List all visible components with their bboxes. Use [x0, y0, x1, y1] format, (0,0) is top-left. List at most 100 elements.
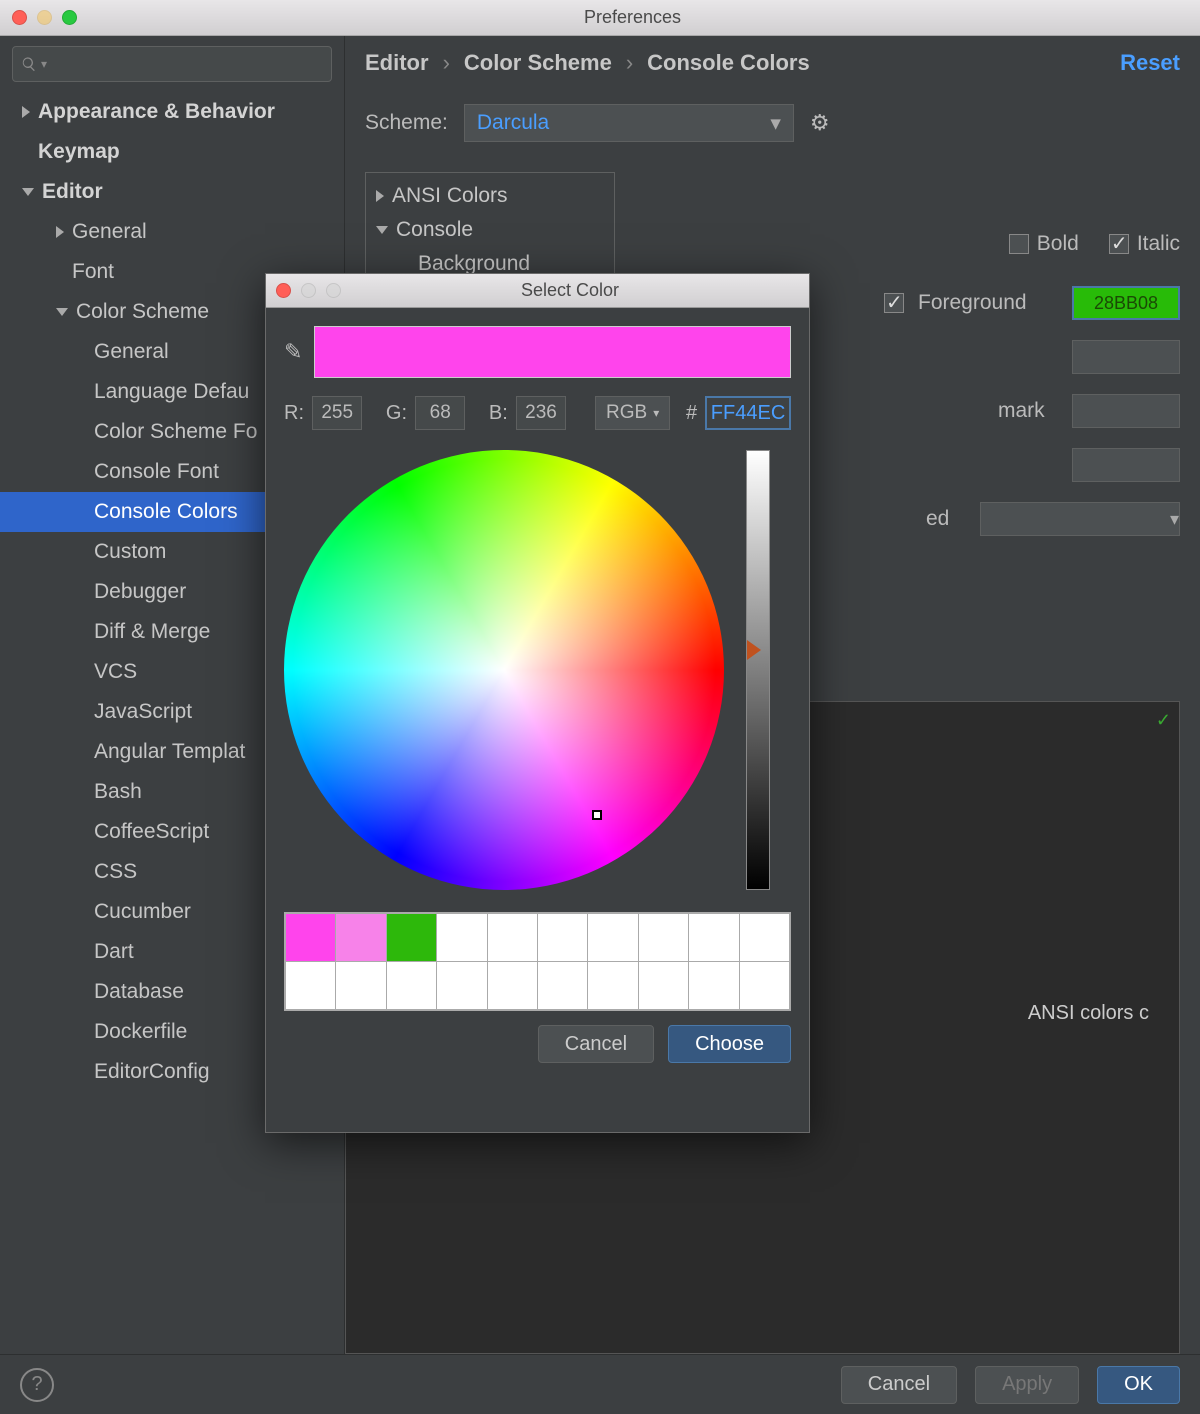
- swatch-cell[interactable]: [739, 914, 789, 962]
- eyedropper-icon[interactable]: ✎: [284, 339, 302, 365]
- swatch-cell[interactable]: [487, 962, 537, 1010]
- chevron-down-icon: ▾: [1170, 509, 1179, 530]
- scheme-select[interactable]: Darcula ▾: [464, 104, 794, 142]
- effect-type-select[interactable]: ▾: [980, 502, 1180, 536]
- dialog-title: Select Color: [341, 280, 799, 301]
- search-input[interactable]: ▾: [12, 46, 332, 82]
- sidebar-item-keymap[interactable]: Keymap: [0, 132, 344, 172]
- breadcrumb-console-colors: Console Colors: [647, 50, 810, 76]
- minimize-window-button[interactable]: [37, 10, 52, 25]
- italic-label: Italic: [1137, 232, 1180, 256]
- swatch-cell[interactable]: [537, 914, 587, 962]
- collapse-arrow-icon[interactable]: [22, 188, 34, 196]
- window-title: Preferences: [77, 7, 1188, 28]
- swatch-cell[interactable]: [437, 962, 487, 1010]
- window-titlebar: Preferences: [0, 0, 1200, 36]
- breadcrumb-editor[interactable]: Editor: [365, 50, 429, 76]
- ed-label: ed: [926, 507, 966, 531]
- sidebar-item-label: Bash: [94, 780, 142, 804]
- italic-checkbox[interactable]: [1109, 234, 1129, 254]
- swatch-cell[interactable]: [638, 962, 688, 1010]
- foreground-color-swatch[interactable]: 28BB08: [1072, 286, 1180, 320]
- swatch-cell[interactable]: [286, 962, 336, 1010]
- sidebar-item-label: Database: [94, 980, 184, 1004]
- b-input[interactable]: 236: [516, 396, 566, 430]
- sidebar-item-label: Font: [72, 260, 114, 284]
- colorpicker-cancel-button[interactable]: Cancel: [538, 1025, 654, 1063]
- g-label: G:: [386, 402, 407, 425]
- zoom-dialog-button: [326, 283, 341, 298]
- hex-input[interactable]: FF44EC: [705, 396, 791, 430]
- expand-arrow-icon[interactable]: [376, 190, 384, 202]
- swatch-cell[interactable]: [638, 914, 688, 962]
- scheme-value: Darcula: [477, 111, 549, 135]
- sidebar-item-label: Console Colors: [94, 500, 238, 524]
- cancel-button[interactable]: Cancel: [841, 1366, 957, 1404]
- scheme-label: Scheme:: [365, 111, 448, 135]
- foreground-checkbox[interactable]: [884, 293, 904, 313]
- group-console[interactable]: Console: [396, 218, 473, 242]
- sidebar-item-label: Language Defau: [94, 380, 249, 404]
- inspection-ok-icon[interactable]: ✓: [1156, 710, 1171, 731]
- sidebar-item-label: Dart: [94, 940, 134, 964]
- breadcrumb-color-scheme[interactable]: Color Scheme: [464, 50, 612, 76]
- g-input[interactable]: 68: [415, 396, 465, 430]
- search-dropdown-icon[interactable]: ▾: [41, 57, 47, 71]
- swatch-cell[interactable]: [437, 914, 487, 962]
- close-window-button[interactable]: [12, 10, 27, 25]
- colorpicker-choose-button[interactable]: Choose: [668, 1025, 791, 1063]
- r-label: R:: [284, 402, 304, 425]
- dialog-titlebar: Select Color: [266, 274, 809, 308]
- dialog-button-bar: ? Cancel Apply OK: [0, 1354, 1200, 1414]
- color-swatch-empty[interactable]: [1072, 448, 1180, 482]
- expand-arrow-icon[interactable]: [22, 106, 30, 118]
- brightness-slider[interactable]: [746, 450, 770, 890]
- swatch-cell[interactable]: [588, 962, 638, 1010]
- reset-link[interactable]: Reset: [1120, 50, 1180, 76]
- color-mode-select[interactable]: RGB▾: [595, 396, 670, 430]
- b-label: B:: [489, 402, 508, 425]
- sidebar-item-appearance-behavior[interactable]: Appearance & Behavior: [0, 92, 344, 132]
- color-swatch-empty[interactable]: [1072, 394, 1180, 428]
- search-icon: [21, 56, 37, 72]
- swatch-cell[interactable]: [336, 962, 386, 1010]
- sidebar-item-label: Keymap: [38, 140, 120, 164]
- zoom-window-button[interactable]: [62, 10, 77, 25]
- swatch-cell[interactable]: [689, 962, 739, 1010]
- swatch-cell[interactable]: [386, 962, 436, 1010]
- swatch-cell[interactable]: [537, 962, 587, 1010]
- bold-checkbox[interactable]: [1009, 234, 1029, 254]
- sidebar-item-label: General: [94, 340, 169, 364]
- sidebar-item-label: Custom: [94, 540, 166, 564]
- collapse-arrow-icon[interactable]: [376, 226, 388, 234]
- slider-handle-icon[interactable]: [747, 640, 761, 660]
- sidebar-item-label: CSS: [94, 860, 137, 884]
- bold-label: Bold: [1037, 232, 1079, 256]
- chevron-down-icon: ▾: [770, 111, 781, 136]
- apply-button[interactable]: Apply: [975, 1366, 1079, 1404]
- group-ansi-colors[interactable]: ANSI Colors: [392, 184, 508, 208]
- swatch-cell[interactable]: [689, 914, 739, 962]
- sidebar-item-label: Angular Templat: [94, 740, 245, 764]
- expand-arrow-icon[interactable]: [56, 226, 64, 238]
- close-dialog-button[interactable]: [276, 283, 291, 298]
- swatch-cell[interactable]: [336, 914, 386, 962]
- sidebar-item-label: Cucumber: [94, 900, 191, 924]
- swatch-cell[interactable]: [588, 914, 638, 962]
- collapse-arrow-icon[interactable]: [56, 308, 68, 316]
- gear-icon[interactable]: ⚙: [810, 110, 830, 136]
- color-swatch-empty[interactable]: [1072, 340, 1180, 374]
- swatch-cell[interactable]: [739, 962, 789, 1010]
- sidebar-item-editor[interactable]: Editor: [0, 172, 344, 212]
- sidebar-item-label: EditorConfig: [94, 1060, 210, 1084]
- ok-button[interactable]: OK: [1097, 1366, 1180, 1404]
- color-group-tree[interactable]: ANSI Colors Console Background: [365, 172, 615, 288]
- help-button[interactable]: ?: [20, 1368, 54, 1402]
- swatch-cell[interactable]: [286, 914, 336, 962]
- swatch-cell[interactable]: [386, 914, 436, 962]
- color-wheel[interactable]: [284, 450, 724, 890]
- sidebar-item-general[interactable]: General: [0, 212, 344, 252]
- r-input[interactable]: 255: [312, 396, 362, 430]
- color-wheel-handle[interactable]: [592, 810, 602, 820]
- swatch-cell[interactable]: [487, 914, 537, 962]
